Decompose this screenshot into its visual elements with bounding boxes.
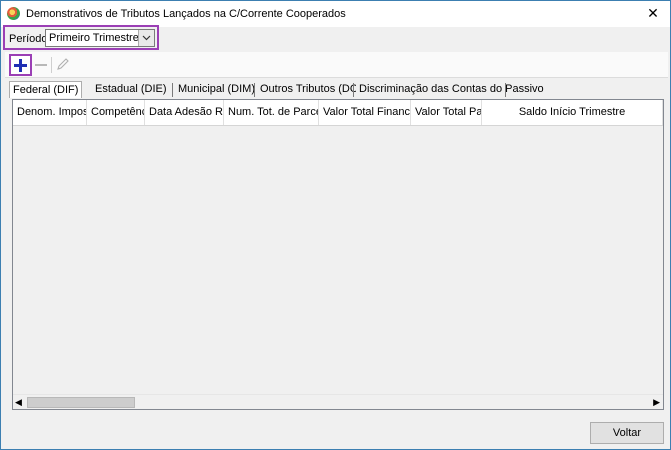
column-header-saldo-inicio-trimestre[interactable]: Saldo Início Trimestre xyxy=(482,100,663,125)
toolbar xyxy=(5,52,668,78)
scroll-left-icon[interactable]: ◀ xyxy=(15,398,22,407)
tab-discriminacao-contas-passivo[interactable]: Discriminação das Contas do Passivo xyxy=(356,81,547,98)
periodo-selected-value: Primeiro Trimestre xyxy=(49,32,139,44)
close-icon[interactable]: ✕ xyxy=(638,2,668,24)
scroll-right-icon[interactable]: ▶ xyxy=(653,398,660,407)
tab-estadual-die[interactable]: Estadual (DIE) xyxy=(92,81,170,98)
scroll-thumb[interactable] xyxy=(27,397,135,408)
add-icon-stroke xyxy=(19,59,22,72)
tab-separator xyxy=(254,83,255,97)
column-header-competencia[interactable]: Competência xyxy=(87,100,145,125)
voltar-button[interactable]: Voltar xyxy=(590,422,664,444)
column-header-num-tot-parcelas[interactable]: Num. Tot. de Parcelas xyxy=(224,100,319,125)
chevron-down-icon[interactable] xyxy=(138,30,154,46)
window-title: Demonstrativos de Tributos Lançados na C… xyxy=(26,8,346,20)
app-logo-icon xyxy=(7,7,20,20)
edit-icon[interactable] xyxy=(56,57,70,71)
horizontal-scrollbar[interactable]: ◀ ▶ xyxy=(13,394,663,409)
column-header-valor-total-pago[interactable]: Valor Total Pago xyxy=(411,100,482,125)
periodo-group: Período: Primeiro Trimestre xyxy=(3,25,159,50)
toolbar-separator xyxy=(51,57,52,73)
periodo-select[interactable]: Primeiro Trimestre xyxy=(45,29,155,47)
tab-separator xyxy=(172,83,173,97)
main-window: Demonstrativos de Tributos Lançados na C… xyxy=(0,0,671,450)
column-header-valor-total-financiado[interactable]: Valor Total Financiado xyxy=(319,100,411,125)
grid-header: Denom. Imposto Competência Data Adesão R… xyxy=(13,100,663,126)
tab-outros-tributos-dot[interactable]: Outros Tributos (DOT) xyxy=(257,81,372,98)
tributos-grid[interactable]: Denom. Imposto Competência Data Adesão R… xyxy=(12,99,664,410)
footer-bar: Voltar xyxy=(5,419,668,447)
tab-separator xyxy=(505,83,506,97)
column-header-denom-imposto[interactable]: Denom. Imposto xyxy=(13,100,87,125)
add-button[interactable] xyxy=(9,54,32,76)
tab-federal-dif[interactable]: Federal (DIF) xyxy=(9,81,83,98)
tab-separator xyxy=(353,83,354,97)
remove-icon[interactable] xyxy=(35,64,47,66)
tab-municipal-dim[interactable]: Municipal (DIM) xyxy=(175,81,259,98)
column-header-data-adesao-refis[interactable]: Data Adesão Refis xyxy=(145,100,224,125)
title-bar: Demonstrativos de Tributos Lançados na C… xyxy=(1,1,670,27)
